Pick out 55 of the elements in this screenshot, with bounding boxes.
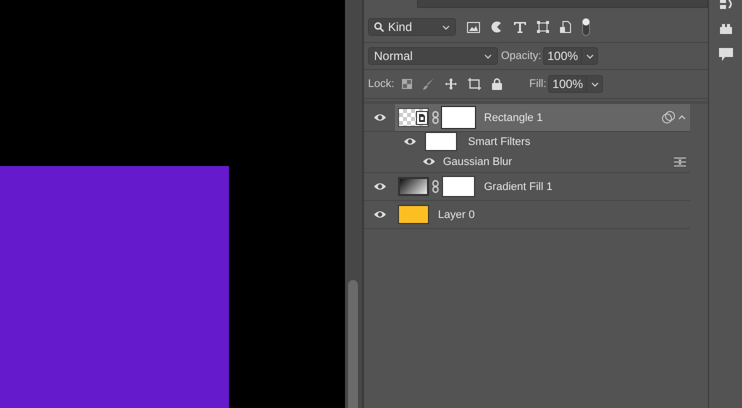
smart-object-badge-icon (662, 111, 675, 124)
history-icon[interactable] (718, 0, 734, 10)
lock-label: Lock: (368, 78, 394, 90)
filter-settings-icon[interactable] (674, 156, 686, 166)
lock-icon[interactable] (492, 78, 502, 90)
layer-name: Layer 0 (438, 208, 475, 220)
layer-row[interactable]: Layer 0 (364, 201, 690, 229)
filter-toggle-icon[interactable] (582, 18, 590, 36)
caret-icon (442, 24, 450, 30)
caret-icon (586, 54, 594, 58)
search-icon (374, 22, 384, 32)
expand-caret-icon[interactable] (678, 115, 686, 120)
filter-kind-dropdown[interactable]: Kind (368, 18, 456, 36)
mask-thumbnail (442, 107, 475, 128)
brush-icon[interactable] (423, 78, 434, 90)
eye-icon[interactable] (374, 182, 386, 191)
layer-row[interactable]: Gaussian Blur (364, 151, 690, 173)
smart-object-filter-icon[interactable] (560, 21, 571, 33)
layer-thumbnail (398, 205, 429, 224)
eye-icon[interactable] (404, 137, 416, 146)
layer-name: Rectangle 1 (484, 112, 543, 124)
mask-thumbnail (442, 176, 475, 197)
link-icon (432, 111, 439, 124)
eye-icon[interactable] (374, 113, 386, 122)
caret-icon (484, 54, 492, 58)
crop-icon[interactable] (468, 78, 482, 90)
eye-icon[interactable] (374, 210, 386, 219)
comment-icon[interactable] (718, 48, 732, 61)
caret-icon (590, 82, 599, 86)
opacity-dropdown-button[interactable] (582, 47, 598, 65)
layer-row[interactable]: Rectangle 1 (364, 104, 690, 132)
opacity-label: Opacity: (501, 50, 542, 62)
adjustment-filter-icon[interactable] (491, 21, 503, 33)
move-icon[interactable] (445, 78, 458, 90)
layer-thumbnail (398, 177, 429, 196)
layer-name: Gaussian Blur (443, 156, 512, 168)
lock-transparency-icon[interactable] (402, 79, 412, 89)
blend-mode-dropdown[interactable]: Normal (368, 47, 498, 65)
fill-field[interactable]: 100% (548, 75, 588, 93)
link-icon (432, 180, 439, 193)
shape-filter-icon[interactable] (537, 21, 549, 33)
layer-row[interactable]: Gradient Fill 1 (364, 173, 690, 201)
layer-name: Gradient Fill 1 (484, 180, 552, 192)
plugin-icon[interactable] (720, 24, 732, 34)
fill-dropdown-button[interactable] (587, 75, 604, 93)
layer-row[interactable]: Smart Filters (364, 132, 690, 151)
fill-label: Fill: (529, 78, 546, 90)
opacity-field[interactable]: 100% (543, 47, 582, 65)
smart-object-icon (416, 110, 428, 124)
image-filter-icon[interactable] (467, 22, 480, 32)
eye-icon[interactable] (423, 157, 435, 166)
scrollbar[interactable] (348, 280, 358, 408)
type-filter-icon[interactable] (514, 22, 526, 32)
layer-name: Smart Filters (468, 136, 530, 148)
mask-thumbnail (425, 132, 457, 151)
